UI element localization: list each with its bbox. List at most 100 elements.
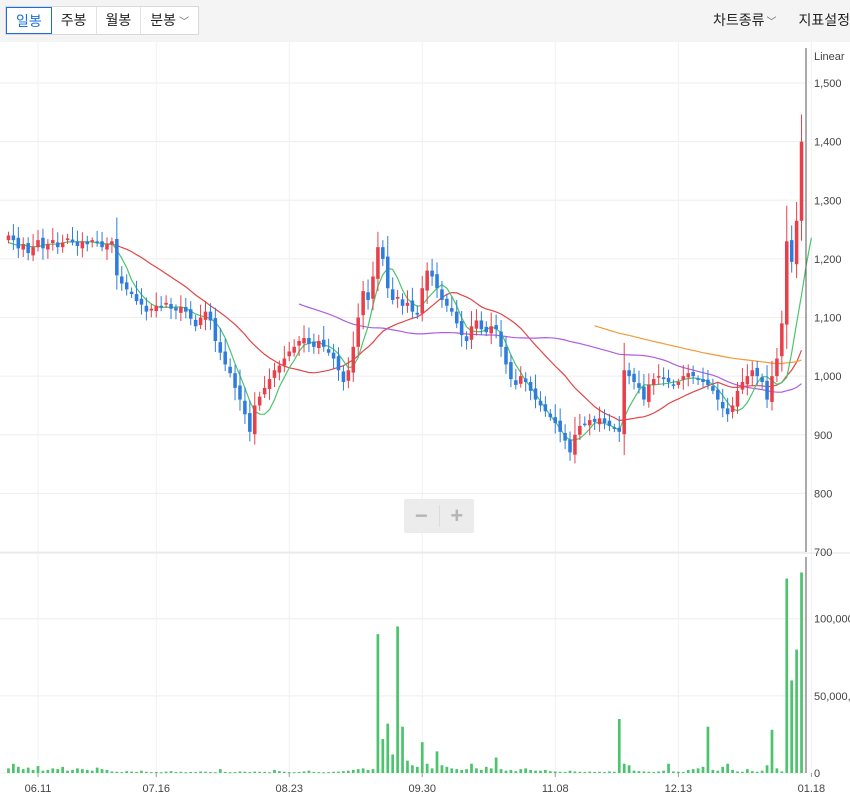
period-weekly-tab[interactable]: 주봉 xyxy=(52,7,97,34)
candle-body xyxy=(597,418,602,425)
candle-body xyxy=(312,341,316,347)
zoom-out-button[interactable]: − xyxy=(404,499,439,533)
zoom-in-button[interactable]: + xyxy=(440,499,475,533)
candle xyxy=(282,345,287,373)
volume-bar xyxy=(322,772,326,774)
candle-body xyxy=(459,321,464,336)
date-tick-label: 01.18 xyxy=(798,783,826,795)
volume-bar xyxy=(41,770,45,773)
candle-body xyxy=(775,358,779,377)
candle xyxy=(573,417,577,464)
candle-body xyxy=(509,362,513,380)
volume-bar xyxy=(110,771,114,773)
candle xyxy=(770,360,774,411)
candle-body xyxy=(784,241,789,325)
candle-body xyxy=(637,383,641,388)
indicator-settings-button[interactable]: 지표설정 xyxy=(798,10,850,30)
volume-bar xyxy=(460,769,464,773)
candle xyxy=(799,114,804,241)
volume-bar xyxy=(548,771,552,773)
candle-body xyxy=(450,308,454,312)
candle-body xyxy=(701,379,705,382)
candle xyxy=(528,376,533,401)
volume-bar xyxy=(425,763,429,773)
chart-type-label: 차트종류 xyxy=(712,12,765,28)
volume-bar xyxy=(504,770,508,773)
candle xyxy=(223,338,227,372)
period-daily-tab[interactable]: 일봉 xyxy=(6,7,52,34)
volume-bar xyxy=(376,634,380,773)
volume-bar xyxy=(273,769,276,773)
candle-body xyxy=(720,401,725,409)
period-minute-dropdown[interactable]: 분봉 ﹀ xyxy=(141,7,198,34)
candle xyxy=(400,293,405,315)
candle xyxy=(696,375,700,386)
volume-bar xyxy=(484,766,488,773)
candle xyxy=(262,375,267,398)
candle-body xyxy=(642,386,646,400)
volume-bar xyxy=(371,769,375,773)
candle xyxy=(518,366,523,388)
candle-body xyxy=(292,346,296,353)
candle xyxy=(445,293,449,312)
candle-body xyxy=(735,390,740,407)
candle xyxy=(784,205,789,349)
candle xyxy=(745,364,750,396)
volume-bar xyxy=(622,763,626,773)
candle-body xyxy=(711,386,715,391)
candle-body xyxy=(46,244,50,250)
candle-body xyxy=(100,241,104,248)
candle xyxy=(85,235,90,252)
candle xyxy=(188,301,193,326)
candle xyxy=(523,372,528,392)
candle xyxy=(55,232,60,254)
volume-bar xyxy=(470,763,473,773)
candle-body xyxy=(740,382,745,390)
period-monthly-tab[interactable]: 월봉 xyxy=(97,7,142,34)
candle xyxy=(632,367,636,390)
candle-body xyxy=(770,376,774,402)
candle xyxy=(410,287,415,320)
volume-bar xyxy=(608,771,611,773)
candle-body xyxy=(469,326,474,340)
candle xyxy=(149,304,154,318)
volume-bar xyxy=(332,771,335,773)
candle xyxy=(154,292,159,318)
volume-bars xyxy=(7,572,803,774)
candle xyxy=(750,361,755,386)
candle-body xyxy=(410,300,415,312)
volume-bar xyxy=(95,767,99,773)
volume-bar xyxy=(213,772,217,774)
volume-bar xyxy=(588,771,592,773)
volume-bar xyxy=(46,769,50,773)
candle xyxy=(252,392,257,445)
candle xyxy=(514,368,518,390)
candle-body xyxy=(65,238,70,241)
chart-type-dropdown[interactable]: 차트종류 ﹀ xyxy=(713,10,777,30)
candle-body xyxy=(252,405,257,435)
volume-bar xyxy=(775,768,779,773)
candle-body xyxy=(661,377,666,380)
candle-body xyxy=(277,365,282,373)
candle xyxy=(213,307,218,352)
candle-body xyxy=(760,377,764,382)
candle-body xyxy=(331,352,336,359)
candle-body xyxy=(307,338,311,344)
volume-bar xyxy=(450,768,454,773)
volume-bar xyxy=(736,771,739,773)
volume-bar xyxy=(243,771,247,773)
volume-bar xyxy=(519,769,523,773)
stock-chart[interactable]: Linear 700 800 900 1,000 1,100 1,200 1,300 1,400… xyxy=(0,42,850,797)
volume-bar xyxy=(553,771,557,773)
volume-bar xyxy=(677,771,680,773)
volume-bar xyxy=(199,771,202,773)
candle xyxy=(385,235,390,299)
candle xyxy=(622,342,626,456)
candle xyxy=(307,327,311,353)
volume-bar xyxy=(356,769,360,773)
volume-bar xyxy=(617,719,621,773)
candle-body xyxy=(6,235,11,241)
volume-bar xyxy=(716,770,720,773)
candle-body xyxy=(647,384,651,402)
candle xyxy=(16,227,21,259)
